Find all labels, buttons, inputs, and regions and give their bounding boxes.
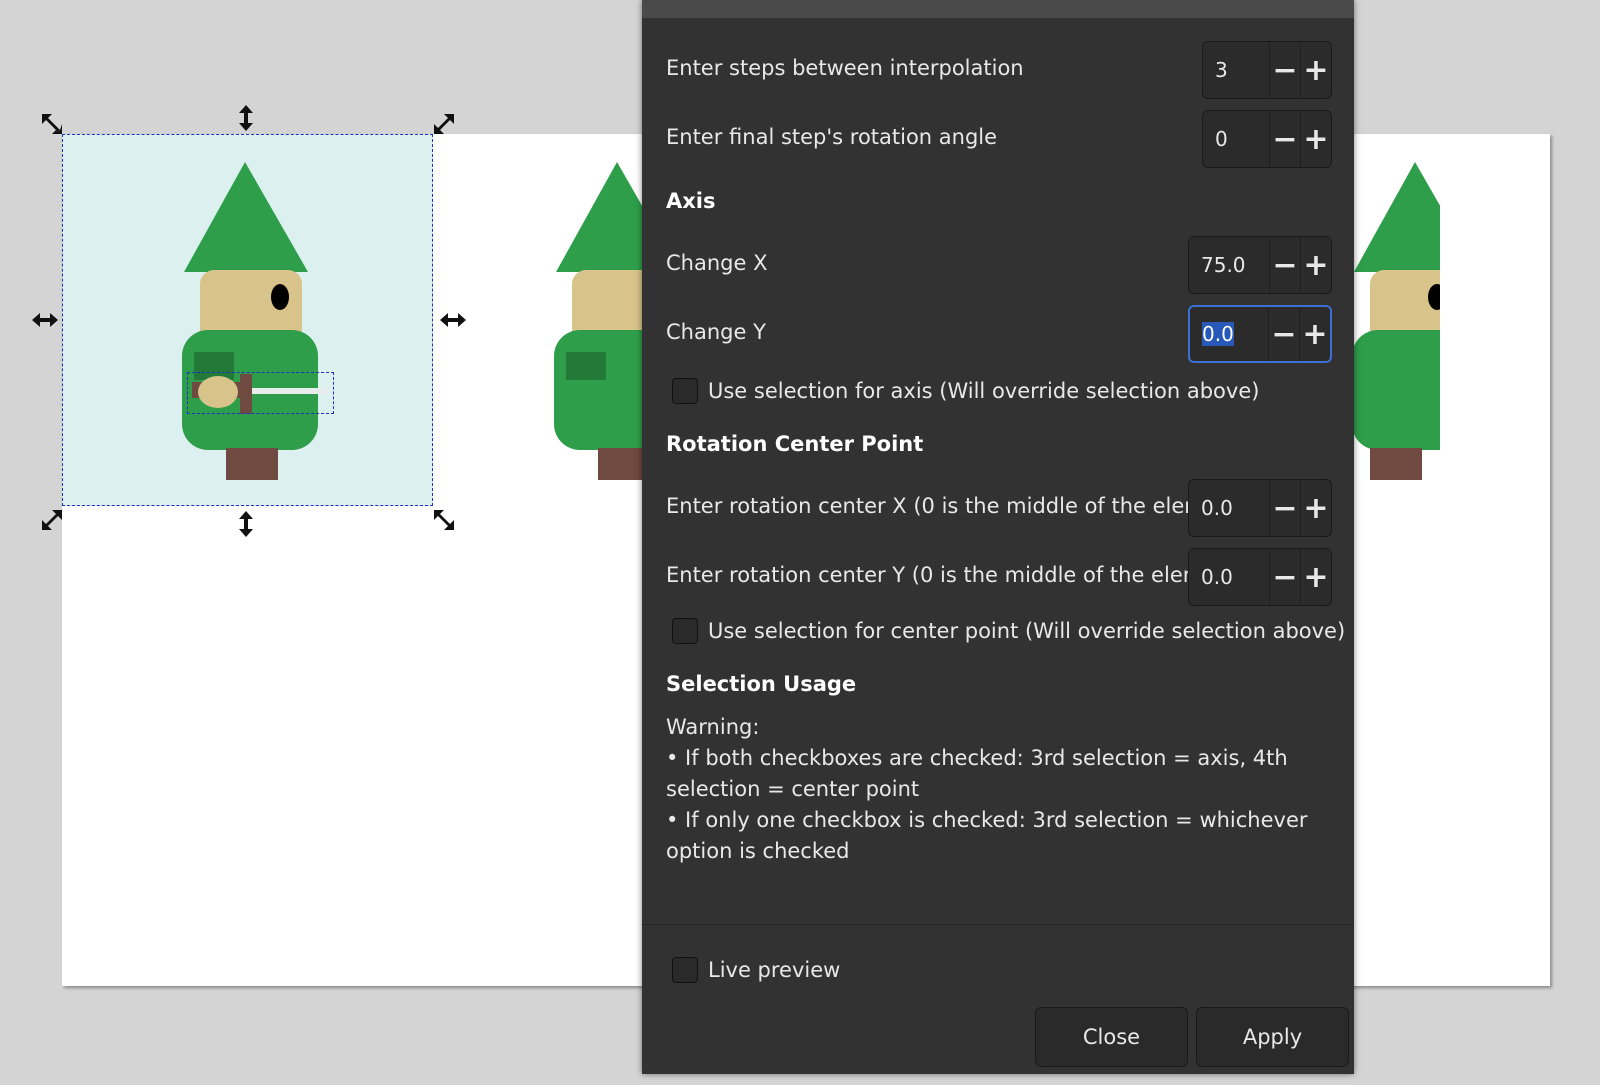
change-x-increment-button[interactable]: + (1300, 237, 1331, 293)
center-y-value[interactable]: 0.0 (1189, 549, 1269, 605)
rotation-angle-decrement-button[interactable]: − (1269, 111, 1300, 167)
live-preview-checkbox[interactable] (672, 957, 698, 983)
use-selection-center-label[interactable]: Use selection for center point (Will ove… (708, 619, 1345, 643)
center-y-increment-button[interactable]: + (1300, 549, 1331, 605)
close-button[interactable]: Close (1035, 1007, 1188, 1067)
steps-spinbox[interactable]: 3 − + (1202, 41, 1332, 99)
resize-ne-handle[interactable] (430, 110, 458, 138)
change-y-label: Change Y (666, 320, 766, 344)
rotation-angle-label: Enter final step's rotation angle (666, 125, 998, 149)
resize-n-handle[interactable] (232, 104, 260, 132)
warning-line-1: • If both checkboxes are checked: 3rd se… (666, 746, 1288, 801)
use-selection-axis-label[interactable]: Use selection for axis (Will override se… (708, 379, 1259, 403)
steps-increment-button[interactable]: + (1300, 42, 1331, 98)
apply-button[interactable]: Apply (1196, 1007, 1349, 1067)
interpolation-dialog: Enter steps between interpolation 3 − + … (642, 0, 1354, 1074)
change-y-value-field[interactable]: 0.0 (1190, 307, 1268, 361)
resize-se-handle[interactable] (430, 506, 458, 534)
rotation-angle-increment-button[interactable]: + (1300, 111, 1331, 167)
resize-s-handle[interactable] (232, 510, 260, 538)
warning-line-2: • If only one checkbox is checked: 3rd s… (666, 808, 1308, 863)
change-y-decrement-button[interactable]: − (1268, 307, 1299, 361)
selection-usage-section-title: Selection Usage (666, 672, 857, 696)
steps-label: Enter steps between interpolation (666, 56, 1024, 80)
center-x-spinbox[interactable]: 0.0 − + (1188, 479, 1332, 537)
gnome-figure-1[interactable] (170, 160, 350, 480)
center-y-decrement-button[interactable]: − (1269, 549, 1300, 605)
resize-w-handle[interactable] (31, 306, 59, 334)
change-x-decrement-button[interactable]: − (1269, 237, 1300, 293)
change-y-spinbox[interactable]: 0.0 − + (1188, 305, 1332, 363)
warning-title: Warning: (666, 715, 760, 739)
warning-text: Warning: • If both checkboxes are checke… (666, 712, 1336, 867)
sub-selection-box (187, 372, 334, 414)
steps-value[interactable]: 3 (1203, 42, 1269, 98)
rotation-angle-value[interactable]: 0 (1203, 111, 1269, 167)
change-y-increment-button[interactable]: + (1299, 307, 1330, 361)
resize-sw-handle[interactable] (38, 506, 66, 534)
rotation-angle-spinbox[interactable]: 0 − + (1202, 110, 1332, 168)
change-x-spinbox[interactable]: 75.0 − + (1188, 236, 1332, 294)
change-y-value[interactable]: 0.0 (1202, 322, 1234, 346)
change-x-value[interactable]: 75.0 (1189, 237, 1269, 293)
live-preview-label[interactable]: Live preview (708, 958, 840, 982)
center-y-spinbox[interactable]: 0.0 − + (1188, 548, 1332, 606)
center-x-label: Enter rotation center X (0 is the middle… (666, 494, 1248, 518)
resize-nw-handle[interactable] (38, 110, 66, 138)
use-selection-axis-checkbox[interactable] (672, 378, 698, 404)
steps-decrement-button[interactable]: − (1269, 42, 1300, 98)
live-preview-row[interactable]: Live preview (672, 957, 840, 983)
center-y-label: Enter rotation center Y (0 is the middle… (666, 563, 1246, 587)
rotation-center-section-title: Rotation Center Point (666, 432, 924, 456)
axis-section-title: Axis (666, 189, 716, 213)
use-selection-center-checkbox[interactable] (672, 618, 698, 644)
use-selection-axis-row[interactable]: Use selection for axis (Will override se… (672, 378, 1259, 404)
dialog-titlebar[interactable] (642, 0, 1354, 18)
dialog-divider (642, 924, 1354, 925)
change-x-label: Change X (666, 251, 768, 275)
center-x-decrement-button[interactable]: − (1269, 480, 1300, 536)
use-selection-center-row[interactable]: Use selection for center point (Will ove… (672, 618, 1345, 644)
resize-e-handle[interactable] (439, 306, 467, 334)
center-x-increment-button[interactable]: + (1300, 480, 1331, 536)
center-x-value[interactable]: 0.0 (1189, 480, 1269, 536)
